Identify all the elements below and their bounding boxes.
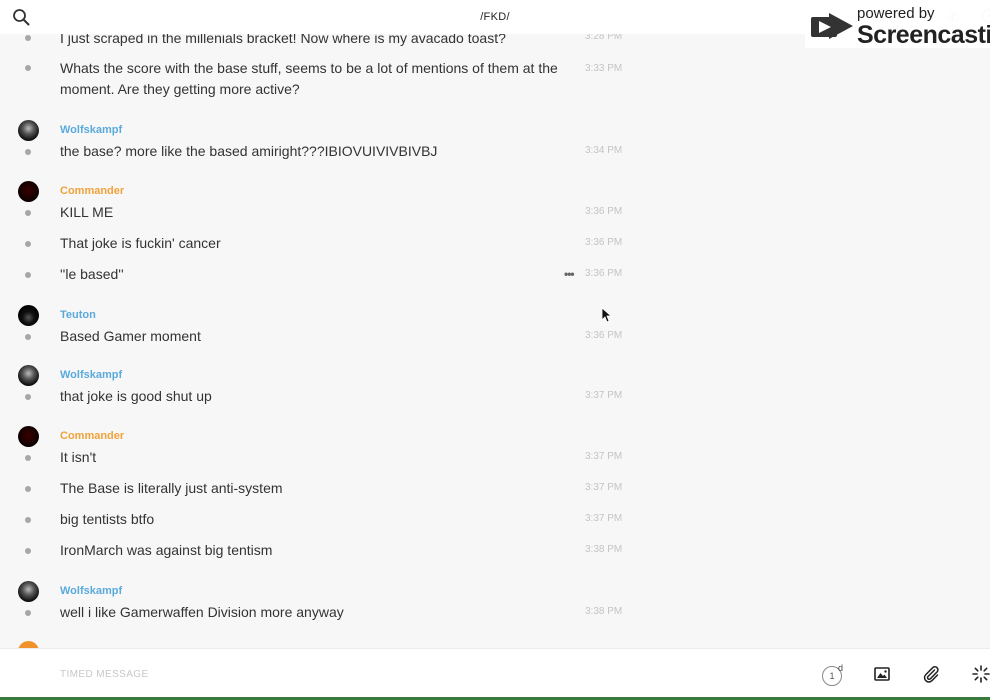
avatar[interactable] (18, 426, 39, 447)
message-text: IronMarch was against big tentism (60, 542, 273, 558)
screencastify-watermark: powered by Screencastify (805, 4, 990, 49)
avatar[interactable] (18, 181, 39, 202)
message-time: 3:37 PM (585, 451, 623, 462)
avatar[interactable] (18, 120, 39, 141)
message-list[interactable]: I just scraped in the millenials bracket… (0, 0, 640, 648)
author-name[interactable]: Teuton (60, 309, 96, 321)
message-dot (25, 548, 31, 554)
message-time: 3:36 PM (585, 268, 623, 279)
avatar[interactable] (18, 581, 39, 602)
avatar[interactable] (18, 365, 39, 386)
message-text: The Base is literally just anti-system (60, 480, 283, 496)
message-text: the base? more like the based amiright??… (60, 143, 438, 159)
message-dot (25, 65, 31, 71)
message-text: It isn't (60, 449, 97, 465)
message-dot (25, 455, 31, 461)
message-dot (25, 334, 31, 340)
message-dot (25, 272, 31, 278)
message-text: big tentists btfo (60, 511, 155, 527)
timer-unit: d (838, 663, 844, 673)
cursor-icon (602, 308, 612, 323)
message-dot (25, 517, 31, 523)
sparkle-icon[interactable] (972, 665, 990, 683)
screencastify-logo-icon (811, 13, 853, 39)
message-dot (25, 241, 31, 247)
watermark-top-text: powered by (857, 5, 935, 22)
message-time: 3:34 PM (585, 145, 623, 156)
message-text: well i like Gamerwaffen Division more an… (60, 604, 344, 620)
message-text: KILL ME (60, 204, 114, 220)
author-name[interactable]: Commander (60, 430, 124, 442)
author-name[interactable]: Wolfskampf (60, 124, 122, 136)
message-time: 3:33 PM (585, 63, 623, 74)
avatar[interactable] (18, 641, 39, 648)
message-time: 3:37 PM (585, 513, 623, 524)
message-dot (25, 394, 31, 400)
message-time: 3:38 PM (585, 544, 623, 555)
author-name[interactable]: Commander (60, 185, 124, 197)
message-time: 3:37 PM (585, 390, 623, 401)
message-dot (25, 149, 31, 155)
watermark-brand-text: Screencastify (857, 21, 990, 49)
message-text: Based Gamer moment (60, 328, 201, 344)
author-name[interactable]: Wolfskampf (60, 585, 122, 597)
message-dot (25, 210, 31, 216)
avatar[interactable] (18, 305, 39, 326)
message-dot (25, 610, 31, 616)
message-time: 3:36 PM (585, 330, 623, 341)
message-text: Whats the score with the base stuff, see… (60, 60, 558, 97)
author-name[interactable]: Wolfskampf (60, 369, 122, 381)
message-dot (25, 486, 31, 492)
message-time: 3:38 PM (585, 606, 623, 617)
more-icon[interactable]: ••• (564, 267, 575, 281)
paperclip-icon[interactable] (922, 665, 940, 683)
message-time: 3:36 PM (585, 206, 623, 217)
message-input[interactable] (60, 663, 760, 685)
message-text: That joke is fuckin' cancer (60, 235, 221, 251)
message-time: 3:36 PM (585, 237, 623, 248)
message-dot (25, 35, 31, 41)
composer-bar: 1 d (0, 648, 990, 700)
message-text: that joke is good shut up (60, 388, 212, 404)
message-text: ''le based'' (60, 266, 124, 282)
message-time: 3:37 PM (585, 482, 623, 493)
image-icon[interactable] (874, 667, 890, 681)
